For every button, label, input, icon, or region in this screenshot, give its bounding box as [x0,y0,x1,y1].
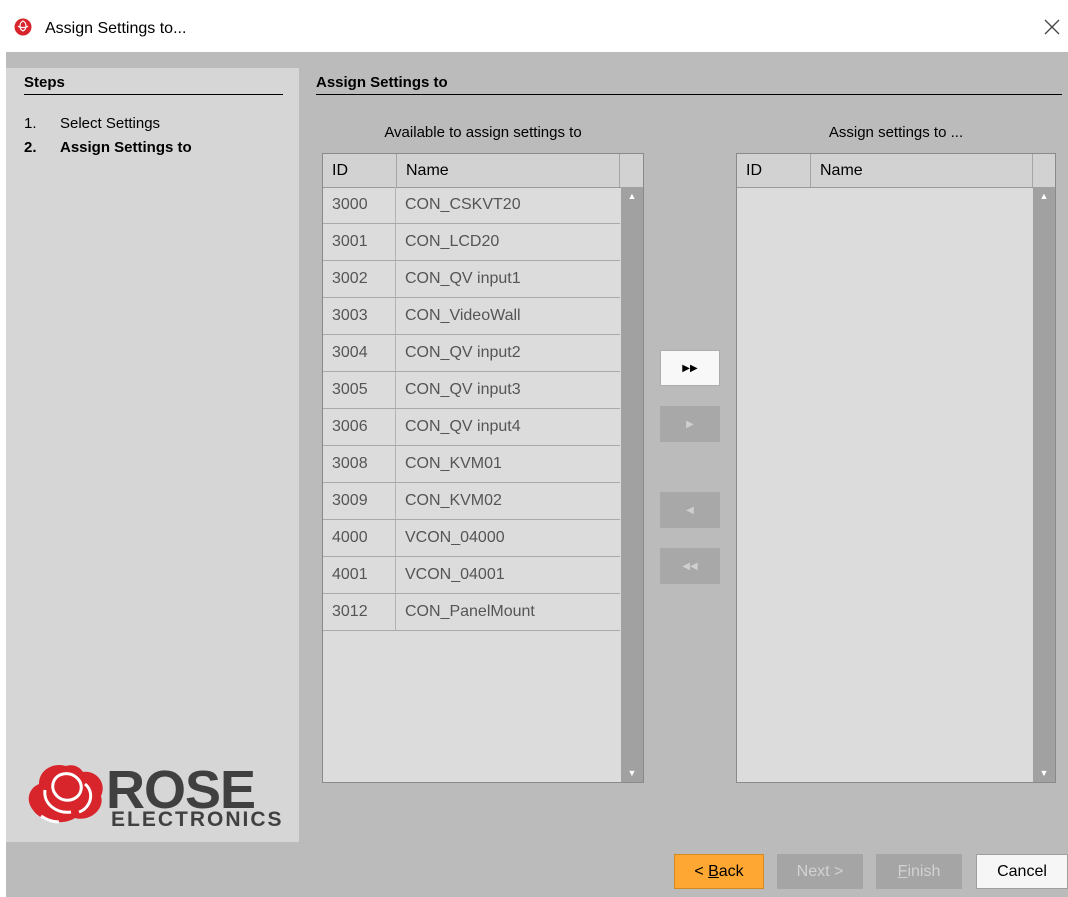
row-id: 3003 [323,298,396,334]
row-id: 3001 [323,224,396,260]
finish-mnemonic: F [897,863,908,880]
logo-subtitle: ELECTRONICS [111,808,284,831]
step-label: Select Settings [60,115,161,132]
arrow-left-icon: ◀ [686,505,694,516]
steps-divider [24,94,283,95]
move-all-left-button[interactable]: ◀◀ [660,548,720,584]
rose-flower-icon [28,764,103,824]
scroll-down-icon[interactable]: ▼ [621,764,643,782]
row-id: 3009 [323,483,396,519]
table-row[interactable]: 3003 CON_VideoWall [323,298,620,335]
column-header-id[interactable]: ID [737,154,811,187]
row-id: 3006 [323,409,396,445]
row-name: VCON_04000 [405,529,505,546]
table-header: ID Name [737,154,1055,188]
row-id: 3000 [323,187,396,223]
row-name: CON_CSKVT20 [405,196,521,213]
row-id: 3008 [323,446,396,482]
step-2: 2. Assign Settings to [24,139,192,156]
row-name: CON_QV input1 [405,270,521,287]
step-label: Assign Settings to [60,139,192,156]
steps-panel [6,68,299,842]
row-name: CON_KVM02 [405,492,502,509]
row-name: CON_QV input4 [405,418,521,435]
scroll-down-icon[interactable]: ▼ [1033,764,1055,782]
table-row[interactable]: 3008 CON_KVM01 [323,446,620,483]
row-name: CON_QV input2 [405,344,521,361]
rose-electronics-logo: ROSE ELECTRONICS [23,760,284,831]
table-row[interactable]: 3005 CON_QV input3 [323,372,620,409]
table-row[interactable]: 3004 CON_QV input2 [323,335,620,372]
double-arrow-right-icon: ▶▶ [682,363,698,374]
back-mnemonic: B [708,863,719,880]
title-bar: Assign Settings to... [0,0,1068,52]
row-id: 4000 [323,520,396,556]
row-name: CON_KVM01 [405,455,502,472]
double-arrow-left-icon: ◀◀ [682,561,698,572]
main-title: Assign Settings to [316,74,448,91]
table-row[interactable]: 3012 CON_PanelMount [323,594,620,631]
table-row[interactable]: 3009 CON_KVM02 [323,483,620,520]
back-button[interactable]: < Back [674,854,764,889]
row-name: CON_QV input3 [405,381,521,398]
column-header-name[interactable]: Name [811,154,1033,187]
table-row[interactable]: 3000 CON_CSKVT20 [323,187,620,224]
table-row[interactable]: 3001 CON_LCD20 [323,224,620,261]
move-right-button[interactable]: ▶ [660,406,720,442]
assigned-scrollbar[interactable]: ▲ ▼ [1033,187,1055,782]
row-id: 4001 [323,557,396,593]
scroll-up-icon[interactable]: ▲ [621,187,643,205]
row-name: CON_PanelMount [405,603,535,620]
move-left-button[interactable]: ◀ [660,492,720,528]
main-divider [316,94,1062,95]
finish-rest: inish [907,863,941,880]
step-number: 2. [24,139,37,156]
close-icon [1044,19,1060,35]
close-button[interactable] [1034,10,1068,44]
assigned-caption: Assign settings to ... [828,124,964,141]
arrow-right-icon: ▶ [686,419,694,430]
back-rest: ack [718,863,744,880]
next-button[interactable]: Next > [777,854,863,889]
assigned-table: ID Name ▲ ▼ [736,153,1056,783]
table-row[interactable]: 4000 VCON_04000 [323,520,620,557]
row-id: 3005 [323,372,396,408]
steps-title: Steps [24,74,65,91]
window-title: Assign Settings to... [45,20,187,37]
row-name: CON_LCD20 [405,233,500,250]
step-1: 1. Select Settings [24,115,160,132]
table-header: ID Name [323,154,643,188]
table-row[interactable]: 4001 VCON_04001 [323,557,620,594]
available-table: ID Name 3000 CON_CSKVT20 3001 CON_LCD20 3002… [322,153,644,783]
row-name: VCON_04001 [405,566,505,583]
available-scrollbar[interactable]: ▲ ▼ [621,187,643,782]
cancel-button[interactable]: Cancel [976,854,1068,889]
available-caption: Available to assign settings to [384,124,582,141]
back-prefix: < [694,863,709,880]
rose-app-icon [14,18,32,36]
row-name: CON_VideoWall [405,307,521,324]
table-row[interactable]: 3006 CON_QV input4 [323,409,620,446]
step-number: 1. [24,115,37,132]
row-id: 3012 [323,594,396,630]
scroll-up-icon[interactable]: ▲ [1033,187,1055,205]
finish-button[interactable]: Finish [876,854,962,889]
table-row[interactable]: 3002 CON_QV input1 [323,261,620,298]
row-id: 3004 [323,335,396,371]
row-id: 3002 [323,261,396,297]
column-header-name[interactable]: Name [397,154,620,187]
move-all-right-button[interactable]: ▶▶ [660,350,720,386]
column-header-id[interactable]: ID [323,154,397,187]
